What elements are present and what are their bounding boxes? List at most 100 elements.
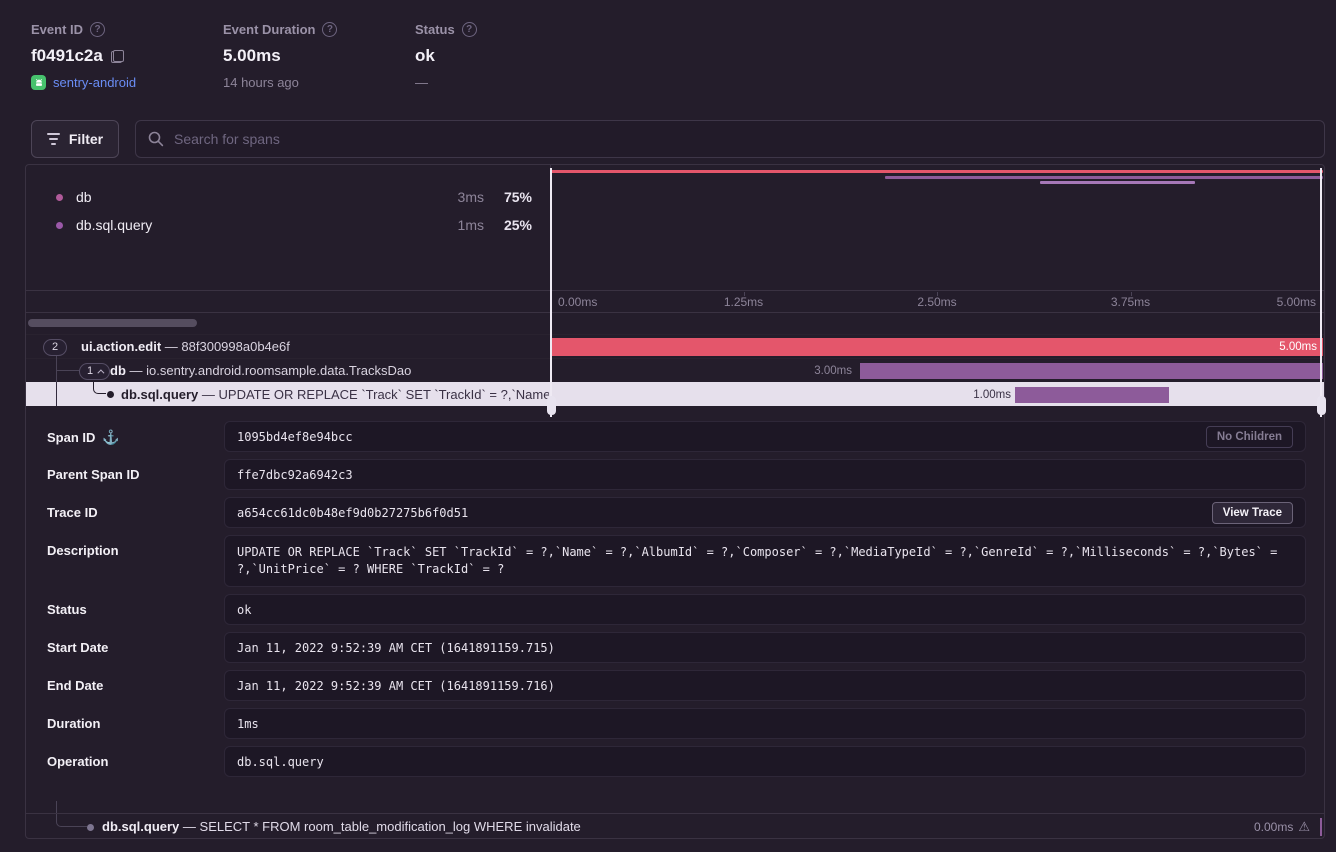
span-desc: io.sentry.android.roomsample.data.Tracks… xyxy=(146,363,411,378)
op-name: db xyxy=(76,189,92,205)
span-op: ui.action.edit xyxy=(81,339,161,354)
legend-item-db-sql-query[interactable]: db.sql.query 1ms 25% xyxy=(26,211,550,239)
span-desc: SELECT * FROM room_table_modification_lo… xyxy=(200,819,581,834)
minimap-left-handle[interactable] xyxy=(550,168,552,417)
description-value: UPDATE OR REPLACE `Track` SET `TrackId` … xyxy=(237,544,1293,578)
timeline-axis: 0.00ms 1.25ms 2.50ms 3.75ms 5.00ms xyxy=(550,292,1324,312)
span-bar: 5.00ms xyxy=(550,338,1323,356)
axis-tick: 5.00ms xyxy=(1277,295,1316,309)
span-bar xyxy=(860,363,1323,379)
parent-span-id-value: ffe7dbc92a6942c3 xyxy=(237,468,353,482)
zero-duration-marker xyxy=(1320,818,1322,836)
tree-connector xyxy=(56,814,87,827)
search-input[interactable] xyxy=(174,131,1312,147)
tree-connector xyxy=(93,382,106,394)
detail-row-start-date: Start Date Jan 11, 2022 9:52:39 AM CET (… xyxy=(26,632,1324,663)
event-id-column: Event ID ? f0491c2a sentry-android xyxy=(31,22,223,90)
view-trace-button[interactable]: View Trace xyxy=(1212,502,1293,524)
event-id-label: Event ID xyxy=(31,22,83,37)
filter-button[interactable]: Filter xyxy=(31,120,119,158)
op-percent: 75% xyxy=(484,189,532,205)
filter-icon xyxy=(47,133,60,145)
span-op: db.sql.query xyxy=(121,387,198,402)
minimap-chart[interactable] xyxy=(550,165,1324,291)
axis-tick: 0.00ms xyxy=(558,295,597,309)
span-row-db[interactable]: 1 db — io.sentry.android.roomsample.data… xyxy=(26,358,1324,382)
span-row-ui-action-edit[interactable]: 2 ui.action.edit — 88f300998a0b4e6f 5.00… xyxy=(26,334,1324,358)
op-color-dot xyxy=(56,194,63,201)
axis-tick: 2.50ms xyxy=(917,295,956,309)
copy-icon[interactable] xyxy=(111,50,124,63)
event-duration-value: 5.00ms xyxy=(223,46,281,66)
span-desc: UPDATE OR REPLACE `Track` SET `TrackId` … xyxy=(219,387,549,402)
span-row-db-sql-query-selected[interactable]: db.sql.query — UPDATE OR REPLACE `Track`… xyxy=(26,382,1324,406)
operation-value: db.sql.query xyxy=(237,755,324,769)
event-duration-column: Event Duration ? 5.00ms 14 hours ago xyxy=(223,22,415,90)
tree-connector-dot xyxy=(107,391,114,398)
legend-item-db[interactable]: db 3ms 75% xyxy=(26,183,550,211)
span-children-pill[interactable]: 1 xyxy=(79,363,110,380)
axis-tick: 1.25ms xyxy=(724,295,763,309)
status-sub: — xyxy=(415,75,428,90)
event-age: 14 hours ago xyxy=(223,75,299,90)
detail-row-status: Status ok xyxy=(26,594,1324,625)
detail-row-duration: Duration 1ms xyxy=(26,708,1324,739)
span-id-value: 1095bd4ef8e94bcc xyxy=(237,430,353,444)
span-row-db-sql-query-select[interactable]: db.sql.query — SELECT * FROM room_table_… xyxy=(26,813,1324,839)
span-op: db xyxy=(110,363,126,378)
operations-breakdown: db 3ms 75% db.sql.query 1ms 25% xyxy=(26,165,550,291)
minimap-span-db xyxy=(885,176,1323,179)
detail-row-span-id: Span ID⚓ 1095bd4ef8e94bcc No Children xyxy=(26,421,1324,452)
detail-row-parent-span-id: Parent Span ID ffe7dbc92a6942c3 xyxy=(26,459,1324,490)
status-value: ok xyxy=(415,46,435,66)
detail-row-trace-id: Trace ID a654cc61dc0b48ef9d0b27275b6f0d5… xyxy=(26,497,1324,528)
minimap-span-db-sql-query xyxy=(1040,181,1195,184)
tree-connector xyxy=(56,382,57,406)
minimap-span-ui-action-edit xyxy=(551,170,1323,173)
status-detail-value: ok xyxy=(237,603,251,617)
detail-row-description: Description UPDATE OR REPLACE `Track` SE… xyxy=(26,535,1324,587)
detail-row-operation: Operation db.sql.query xyxy=(26,746,1324,777)
span-desc: 88f300998a0b4e6f xyxy=(181,339,289,354)
axis-tick: 3.75ms xyxy=(1111,295,1150,309)
help-icon[interactable]: ? xyxy=(90,22,105,37)
duration-value: 1ms xyxy=(237,717,259,731)
event-id-value: f0491c2a xyxy=(31,46,103,66)
status-column: Status ? ok — xyxy=(415,22,477,90)
filter-button-label: Filter xyxy=(69,131,103,147)
tree-connector-dot xyxy=(87,824,94,831)
op-percent: 25% xyxy=(484,217,532,233)
minimap-right-handle[interactable] xyxy=(1320,168,1322,417)
warning-icon: ⚠ xyxy=(1298,814,1310,840)
op-duration: 3ms xyxy=(432,189,484,205)
span-bar-duration: 5.00ms xyxy=(1279,341,1317,353)
detail-row-end-date: End Date Jan 11, 2022 9:52:39 AM CET (16… xyxy=(26,670,1324,701)
span-op: db.sql.query xyxy=(102,819,179,834)
op-color-dot xyxy=(56,222,63,229)
android-icon xyxy=(31,75,46,90)
tree-connector xyxy=(56,370,79,371)
op-duration: 1ms xyxy=(432,217,484,233)
minimap: db 3ms 75% db.sql.query 1ms 25% xyxy=(26,165,1324,291)
op-name: db.sql.query xyxy=(76,217,152,233)
project-link[interactable]: sentry-android xyxy=(53,75,136,90)
span-bar xyxy=(1015,387,1169,403)
search-icon xyxy=(148,131,164,147)
no-children-button[interactable]: No Children xyxy=(1206,426,1293,448)
span-bar-duration: 1.00ms xyxy=(955,383,1011,407)
help-icon[interactable]: ? xyxy=(462,22,477,37)
span-children-pill[interactable]: 2 xyxy=(43,339,67,356)
span-search-bar xyxy=(135,120,1325,158)
span-toolbar: Filter xyxy=(31,120,1325,158)
event-header: Event ID ? f0491c2a sentry-android Event… xyxy=(31,22,477,90)
status-label: Status xyxy=(415,22,455,37)
horizontal-scrollbar[interactable] xyxy=(28,319,197,327)
help-icon[interactable]: ? xyxy=(322,22,337,37)
span-bar-duration: 3.00ms xyxy=(802,359,852,383)
anchor-icon[interactable]: ⚓ xyxy=(102,429,119,446)
trace-panel: db 3ms 75% db.sql.query 1ms 25% 0.00ms 1… xyxy=(25,164,1325,839)
span-tree: 2 ui.action.edit — 88f300998a0b4e6f 5.00… xyxy=(26,334,1324,406)
tree-connector xyxy=(56,353,57,382)
tree-connector xyxy=(56,801,57,813)
trace-id-value: a654cc61dc0b48ef9d0b27275b6f0d51 xyxy=(237,506,468,520)
